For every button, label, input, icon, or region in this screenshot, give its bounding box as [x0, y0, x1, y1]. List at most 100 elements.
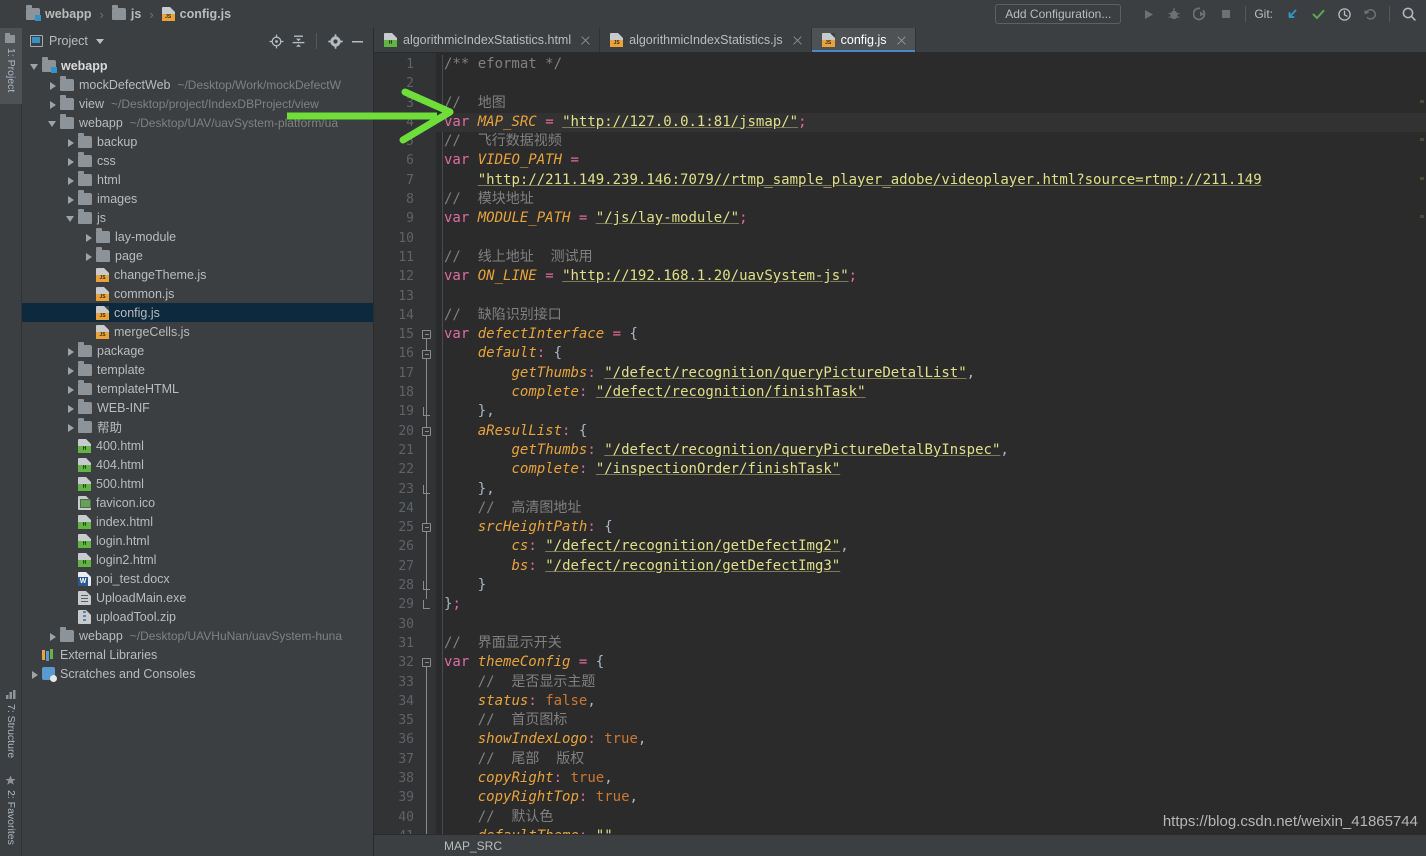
hide-panel-icon[interactable]: [347, 31, 367, 51]
history-clock-icon[interactable]: [1331, 1, 1357, 27]
editor-tab-algorithmicindexstatistics-html[interactable]: algorithmicIndexStatistics.html: [374, 28, 601, 52]
run-with-coverage-icon[interactable]: [1187, 1, 1213, 27]
code-line[interactable]: srcHeightPath: {: [436, 518, 1426, 537]
code-line[interactable]: default: {: [436, 344, 1426, 363]
chevron-right-icon[interactable]: [64, 193, 76, 205]
code-line[interactable]: },: [436, 480, 1426, 499]
tree-node[interactable]: 帮助: [22, 417, 373, 436]
code-line[interactable]: getThumbs: "/defect/recognition/queryPic…: [436, 364, 1426, 383]
code-line[interactable]: "http://211.149.239.146:7079//rtmp_sampl…: [436, 171, 1426, 190]
chevron-right-icon[interactable]: [64, 345, 76, 357]
code-line[interactable]: // 地图: [436, 94, 1426, 113]
code-line[interactable]: },: [436, 402, 1426, 421]
code-line[interactable]: var themeConfig = {: [436, 653, 1426, 672]
tree-node[interactable]: webapp: [22, 56, 373, 75]
chevron-right-icon[interactable]: [64, 136, 76, 148]
tree-node[interactable]: package: [22, 341, 373, 360]
tree-node[interactable]: css: [22, 151, 373, 170]
run-icon[interactable]: [1135, 1, 1161, 27]
code-line[interactable]: bs: "/defect/recognition/getDefectImg3": [436, 557, 1426, 576]
fold-marker[interactable]: [422, 600, 431, 610]
tree-node[interactable]: poi_test.docx: [22, 569, 373, 588]
code-line[interactable]: };: [436, 595, 1426, 614]
chevron-right-icon[interactable]: [64, 383, 76, 395]
tree-node[interactable]: External Libraries: [22, 645, 373, 664]
code-line[interactable]: // 线上地址 测试用: [436, 248, 1426, 267]
code-line[interactable]: [436, 287, 1426, 306]
tree-node[interactable]: UploadMain.exe: [22, 588, 373, 607]
tree-node[interactable]: backup: [22, 132, 373, 151]
collapse-all-icon[interactable]: [288, 31, 308, 51]
chevron-right-icon[interactable]: [46, 98, 58, 110]
code-line[interactable]: var ON_LINE = "http://192.168.1.20/uavSy…: [436, 267, 1426, 286]
fold-marker[interactable]: [422, 658, 431, 668]
code-line[interactable]: var defectInterface = {: [436, 325, 1426, 344]
code-line[interactable]: // 是否显示主题: [436, 673, 1426, 692]
tree-node[interactable]: view ~/Desktop/project/IndexDBProject/vie…: [22, 94, 373, 113]
rollback-icon[interactable]: [1357, 1, 1383, 27]
breadcrumb-item-js[interactable]: js: [110, 5, 143, 21]
chevron-right-icon[interactable]: [28, 668, 40, 680]
code-line[interactable]: var VIDEO_PATH =: [436, 151, 1426, 170]
code-line[interactable]: // 飞行数据视频: [436, 132, 1426, 151]
code-line[interactable]: complete: "/inspectionOrder/finishTask": [436, 460, 1426, 479]
tree-node[interactable]: mockDefectWeb ~/Desktop/Work/mockDefectW: [22, 75, 373, 94]
code-line[interactable]: // 高清图地址: [436, 499, 1426, 518]
close-icon[interactable]: [792, 35, 803, 46]
fold-marker[interactable]: [422, 523, 431, 533]
tree-node[interactable]: 404.html: [22, 455, 373, 474]
code-line[interactable]: // 尾部 版权: [436, 750, 1426, 769]
code-line[interactable]: // 界面显示开关: [436, 634, 1426, 653]
code-line[interactable]: var MODULE_PATH = "/js/lay-module/";: [436, 209, 1426, 228]
sidebar-tab-structure[interactable]: 7: Structure: [0, 684, 22, 764]
sidebar-tab-project[interactable]: 1: Project: [0, 28, 22, 104]
code-line[interactable]: copyRightTop: true,: [436, 788, 1426, 807]
tree-node[interactable]: mergeCells.js: [22, 322, 373, 341]
tree-node[interactable]: Scratches and Consoles: [22, 664, 373, 683]
chevron-right-icon[interactable]: [64, 402, 76, 414]
code-line[interactable]: complete: "/defect/recognition/finishTas…: [436, 383, 1426, 402]
fold-marker[interactable]: [422, 484, 431, 494]
tree-node[interactable]: html: [22, 170, 373, 189]
chevron-right-icon[interactable]: [64, 155, 76, 167]
debug-icon[interactable]: [1161, 1, 1187, 27]
chevron-right-icon[interactable]: [46, 79, 58, 91]
code-line[interactable]: status: false,: [436, 692, 1426, 711]
sidebar-tab-favorites[interactable]: 2: Favorites: [0, 770, 22, 856]
fold-marker[interactable]: [422, 330, 431, 340]
commit-checkmark-icon[interactable]: [1305, 1, 1331, 27]
editor-tab-config-js[interactable]: config.js: [811, 28, 916, 52]
code-line[interactable]: showIndexLogo: true,: [436, 730, 1426, 749]
tree-node[interactable]: template: [22, 360, 373, 379]
tree-node[interactable]: images: [22, 189, 373, 208]
code-line[interactable]: }: [436, 576, 1426, 595]
code-line[interactable]: // 模块地址: [436, 190, 1426, 209]
chevron-right-icon[interactable]: [82, 231, 94, 243]
stop-icon[interactable]: [1213, 1, 1239, 27]
code-folding-column[interactable]: [418, 53, 436, 848]
tree-node[interactable]: changeTheme.js: [22, 265, 373, 284]
code-line[interactable]: // 首页图标: [436, 711, 1426, 730]
tree-node[interactable]: login.html: [22, 531, 373, 550]
tree-node[interactable]: common.js: [22, 284, 373, 303]
code-line[interactable]: [436, 229, 1426, 248]
tree-node[interactable]: favicon.ico: [22, 493, 373, 512]
chevron-right-icon[interactable]: [46, 630, 58, 642]
code-line[interactable]: var MAP_SRC = "http://127.0.0.1:81/jsmap…: [436, 112, 1426, 133]
project-view-selector[interactable]: Project: [30, 34, 104, 48]
editor-tab-algorithmicindexstatistics-js[interactable]: algorithmicIndexStatistics.js: [600, 28, 812, 52]
code-line[interactable]: /** eformat */: [436, 55, 1426, 74]
tree-node[interactable]: js: [22, 208, 373, 227]
fold-marker[interactable]: [422, 426, 431, 436]
fold-marker[interactable]: [422, 407, 431, 417]
project-tree[interactable]: webapp mockDefectWeb ~/Desktop/Work/mockDe…: [22, 54, 373, 683]
tree-node[interactable]: index.html: [22, 512, 373, 531]
tree-node[interactable]: webapp ~/Desktop/UAVHuNan/uavSystem-huna: [22, 626, 373, 645]
tree-node[interactable]: 400.html: [22, 436, 373, 455]
tree-node[interactable]: login2.html: [22, 550, 373, 569]
tree-node[interactable]: WEB-INF: [22, 398, 373, 417]
code-line[interactable]: cs: "/defect/recognition/getDefectImg2",: [436, 537, 1426, 556]
locate-icon[interactable]: [266, 31, 286, 51]
chevron-down-icon[interactable]: [64, 212, 76, 224]
add-configuration-button[interactable]: Add Configuration...: [995, 4, 1122, 24]
